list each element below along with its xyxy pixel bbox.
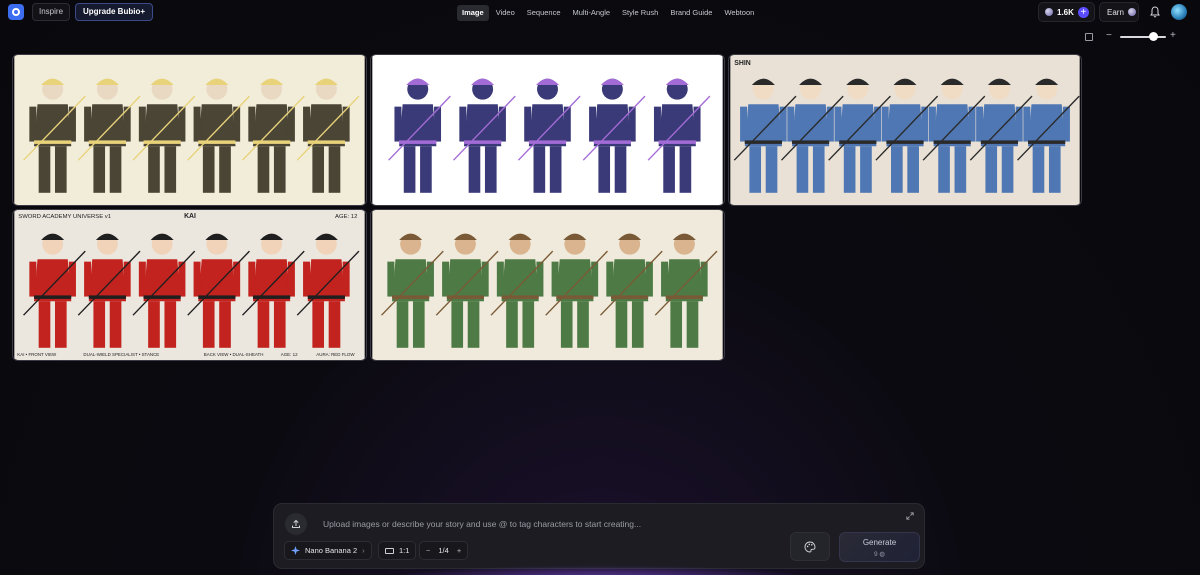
card-header-right: AGE: 12 [335,214,357,220]
earn-button[interactable]: Earn [1099,2,1139,22]
palette-icon [804,541,816,552]
tab-brand-guide[interactable]: Brand Guide [665,5,717,21]
card-header-center: KAI [184,213,196,220]
generate-cost-value: 9 [873,551,878,558]
credit-coin-icon [1045,8,1053,16]
zoom-slider[interactable] [1120,36,1166,38]
count-increase-button[interactable]: + [457,546,461,555]
character-sheet-purple-ninja [372,55,723,205]
aspect-ratio-value: 1:1 [399,546,410,555]
character-sheet-green-fighter [372,210,723,360]
mode-tabs: Image Video Sequence Multi-Angle Style R… [457,5,759,21]
gallery-image-3[interactable]: SHIN [728,54,1082,206]
edit-icon[interactable] [1085,33,1093,41]
chevron-right-icon: › [362,546,365,555]
model-name: Nano Banana 2 [305,546,358,555]
upload-button[interactable] [285,513,307,535]
count-value: 1/4 [438,546,449,555]
aspect-ratio-selector[interactable]: 1:1 [378,541,417,560]
gallery-image-4[interactable]: SWORD ACADEMY UNIVERSE v1 KAI AGE: 12 KA… [12,209,367,361]
card-caption: SHIN [734,60,750,67]
tab-style-rush[interactable]: Style Rush [617,5,663,21]
gallery-image-5[interactable] [370,209,725,361]
model-selector[interactable]: Nano Banana 2 › [284,541,372,560]
prompt-composer: Upload images or describe your story and… [273,503,925,569]
inspire-button[interactable]: Inspire [32,3,71,21]
prompt-input[interactable]: Upload images or describe your story and… [323,519,641,529]
gallery-image-1[interactable] [12,54,367,206]
generate-cost: 9 ◍ [873,551,886,558]
card-footer-1: KAI • FRONT VIEW [17,352,57,357]
card-footer-5: AURA: RED FLOW [316,352,355,357]
card-footer-4: AGE: 12 [281,352,298,357]
card-footer-2: DUAL-WIELD SPECIALIST • STANCE [83,352,159,357]
add-credits-icon[interactable]: + [1077,6,1089,18]
sparkle-icon [291,546,300,555]
top-bar: Inspire Upgrade Bubio+ Image Video Seque… [0,0,1200,26]
tab-image[interactable]: Image [457,5,489,21]
aspect-ratio-icon [385,547,394,554]
canvas-toolbar [0,27,1200,47]
card-footer-3: BACK VIEW • DUAL-SHEATH [204,352,264,357]
tab-webtoon[interactable]: Webtoon [719,5,759,21]
expand-icon[interactable] [906,512,914,520]
style-palette-button[interactable] [790,532,830,561]
count-stepper: − 1/4 + [419,541,469,560]
character-sheet-grey-ninja [14,55,365,205]
zoom-slider-handle[interactable] [1148,32,1158,41]
bell-icon[interactable] [1150,6,1160,18]
bottom-glow [380,565,820,575]
credits-display[interactable]: 1.6K + [1038,2,1095,22]
tab-multi-angle[interactable]: Multi-Angle [568,5,616,21]
generate-button[interactable]: Generate 9 ◍ [839,532,920,562]
upload-icon [292,519,300,528]
credits-value: 1.6K [1057,7,1074,17]
zoom-out-icon[interactable]: − [1106,30,1112,41]
count-decrease-button[interactable]: − [426,546,430,555]
avatar[interactable] [1171,4,1187,20]
gallery-image-2[interactable] [370,54,725,206]
bubio-logo-icon[interactable] [8,4,24,20]
character-sheet-blue-swordsman: SHIN [730,55,1080,205]
card-header-left: SWORD ACADEMY UNIVERSE v1 [18,214,111,220]
tab-video[interactable]: Video [491,5,520,21]
earn-label: Earn [1107,7,1124,17]
generate-label: Generate [862,538,897,547]
upgrade-button[interactable]: Upgrade Bubio+ [75,3,154,21]
character-sheet-red-fighter: SWORD ACADEMY UNIVERSE v1 KAI AGE: 12 KA… [14,210,365,360]
tab-sequence[interactable]: Sequence [522,5,566,21]
earn-coin-icon [1127,8,1136,16]
zoom-in-icon[interactable]: + [1170,30,1176,41]
